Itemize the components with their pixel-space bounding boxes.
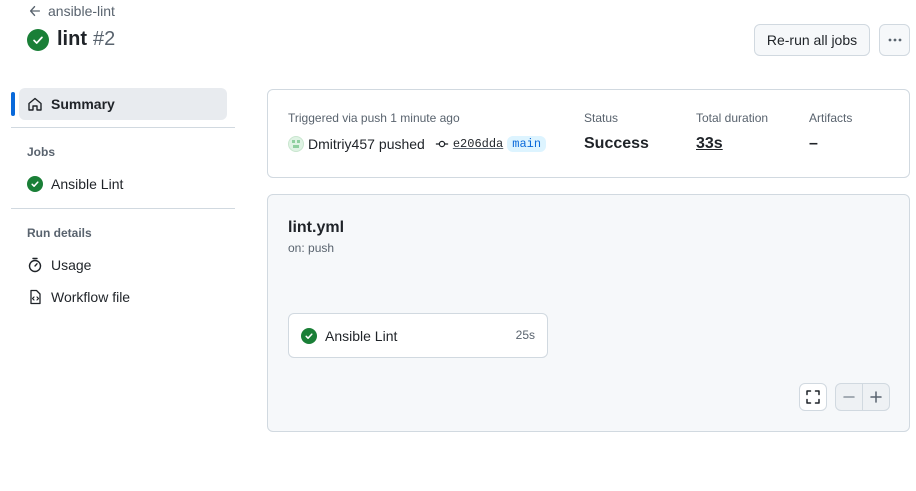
sidebar-divider	[11, 208, 235, 209]
check-circle-icon	[27, 176, 43, 192]
stopwatch-icon	[28, 257, 42, 273]
status-value: Success	[584, 135, 649, 152]
job-duration: 25s	[515, 328, 535, 342]
workflow-graph: lint.yml on: push Ansible Lint 25s	[267, 194, 910, 432]
duration-value[interactable]: 33s	[696, 135, 723, 153]
trigger-details: Dmitriy457 pushed e206dda main	[288, 136, 547, 152]
rerun-all-jobs-button[interactable]: Re-run all jobs	[754, 24, 870, 56]
commit-sha-link[interactable]: e206dda	[453, 137, 503, 151]
fullscreen-button[interactable]	[799, 383, 827, 411]
sidebar-item-workflow-file[interactable]: Workflow file	[27, 289, 130, 305]
sidebar-item-usage[interactable]: Usage	[27, 257, 91, 273]
artifacts-value: –	[809, 135, 818, 152]
file-code-icon	[30, 289, 41, 305]
back-link-label: ansible-lint	[48, 3, 115, 19]
plus-icon	[870, 391, 882, 403]
screen-full-icon	[806, 390, 820, 404]
duration-label: Total duration	[696, 111, 769, 125]
job-name: Ansible Lint	[325, 327, 398, 344]
sidebar-item-job[interactable]: Ansible Lint	[27, 176, 123, 192]
sidebar-heading-run-details: Run details	[27, 226, 92, 240]
zoom-controls	[835, 383, 890, 411]
trigger-action: pushed	[378, 136, 425, 152]
status-label: Status	[584, 111, 619, 125]
trigger-info: Triggered via push 1 minute ago	[288, 111, 460, 125]
workflow-trigger: on: push	[288, 241, 335, 255]
artifacts-label: Artifacts	[809, 111, 853, 125]
run-number: #2	[93, 28, 116, 50]
sidebar-heading-jobs: Jobs	[27, 145, 56, 159]
sidebar-item-label: Summary	[51, 96, 115, 112]
page-title: lint #2	[27, 28, 115, 51]
job-node[interactable]: Ansible Lint 25s	[288, 313, 548, 358]
workflow-run-title: lint	[57, 28, 87, 50]
branch-badge[interactable]: main	[507, 136, 547, 152]
sidebar-item-label: Ansible Lint	[51, 176, 124, 192]
git-commit-icon	[435, 140, 448, 148]
back-to-workflow-link[interactable]: ansible-lint	[28, 3, 115, 19]
sidebar-item-label: Workflow file	[51, 289, 131, 305]
check-circle-icon	[27, 28, 49, 51]
kebab-horizontal-icon	[888, 38, 901, 42]
run-summary-card: Triggered via push 1 minute ago Dmitriy4…	[267, 89, 910, 178]
active-indicator	[11, 92, 15, 116]
sidebar-item-summary[interactable]: Summary	[19, 88, 227, 120]
more-options-button[interactable]	[879, 24, 910, 56]
zoom-in-button[interactable]	[862, 384, 889, 410]
sidebar-divider	[11, 127, 235, 128]
check-circle-icon	[301, 327, 317, 344]
arrow-left-icon	[29, 5, 41, 17]
minus-icon	[843, 396, 855, 398]
workflow-file-name: lint.yml	[288, 219, 345, 236]
zoom-out-button[interactable]	[836, 384, 862, 410]
sidebar-item-label: Usage	[51, 257, 92, 273]
avatar[interactable]	[288, 136, 304, 152]
actor-username[interactable]: Dmitriy457	[308, 136, 375, 152]
home-icon	[28, 97, 42, 111]
